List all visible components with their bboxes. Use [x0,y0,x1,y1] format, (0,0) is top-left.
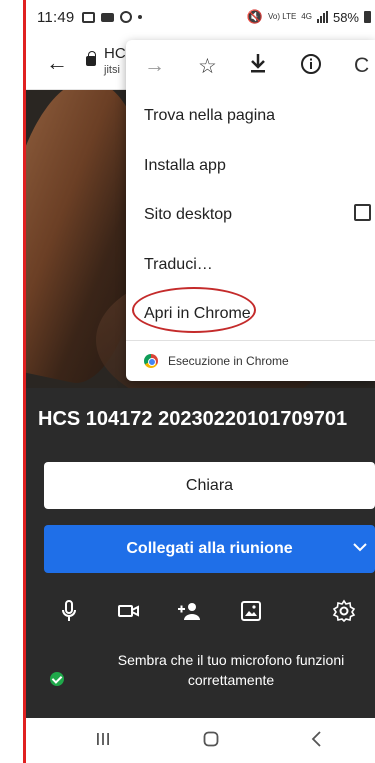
display-name-value: Chiara [185,476,234,494]
highlight-circle [132,287,256,333]
join-meeting-label: Collegati alla riunione [126,540,293,557]
settings-gear-icon[interactable] [331,598,357,624]
display-name-input[interactable]: Chiara [44,462,375,509]
menu-item-translate[interactable]: Traduci… [144,256,213,274]
battery-icon [364,11,371,23]
phone-screen: 11:49 🔇 Vo) LTE 4G 58% ← HC jitsi → ☆ C … [0,0,375,763]
more-notifications-dot-icon [138,15,143,19]
mic-status-text: Sembra che il tuo microfono funzioni cor… [117,652,345,688]
menu-item-install-app[interactable]: Installa app [144,157,226,175]
desktop-site-checkbox[interactable] [354,204,371,221]
star-bookmark-icon[interactable]: ☆ [198,54,217,79]
signal-icon [316,11,328,23]
network-type-label: 4G [301,12,312,21]
invite-person-icon[interactable] [176,598,202,624]
join-meeting-button[interactable]: Collegati alla riunione [44,525,375,573]
lock-icon[interactable] [86,51,96,66]
meeting-title: HCS 104172 20230220101709701 [38,408,348,430]
chrome-logo-icon [144,354,158,368]
menu-toolbar: → ☆ C [126,40,375,92]
app-notification-icon [120,11,133,23]
status-bar: 11:49 🔇 Vo) LTE 4G 58% [26,0,375,34]
microphone-icon[interactable] [56,598,82,624]
recent-apps-icon[interactable] [94,730,112,754]
prejoin-panel: HCS 104172 20230220101709701 Chiara Coll… [26,388,375,718]
download-icon[interactable] [248,52,268,80]
page-host[interactable]: jitsi [104,64,120,76]
menu-divider [126,340,375,341]
forward-arrow-icon[interactable]: → [144,54,165,78]
page-title[interactable]: HC [104,45,126,62]
video-notification-icon [101,12,115,22]
check-ok-icon [50,672,64,686]
chevron-down-icon[interactable] [353,539,367,557]
status-time: 11:49 [37,8,75,26]
running-in-chrome-label: Esecuzione in Chrome [168,354,289,368]
android-nav-bar [26,718,375,763]
back-arrow-icon[interactable]: ← [46,50,68,76]
back-nav-icon[interactable] [310,730,324,754]
device-toolbar [26,588,375,632]
background-image-icon[interactable] [238,598,264,624]
mute-icon: 🔇 [246,9,263,24]
camera-icon[interactable] [116,598,142,624]
home-icon[interactable] [202,730,220,754]
info-icon[interactable] [300,53,322,81]
volte-label: Vo) LTE [267,12,297,21]
menu-item-find-in-page[interactable]: Trova nella pagina [144,107,275,125]
mic-status: Sembra che il tuo microfono funzioni cor… [26,640,375,700]
menu-item-desktop-site[interactable]: Sito desktop [144,206,232,224]
battery-percent: 58% [332,9,359,25]
reload-icon[interactable]: C [354,54,369,78]
gallery-notification-icon [82,11,96,23]
